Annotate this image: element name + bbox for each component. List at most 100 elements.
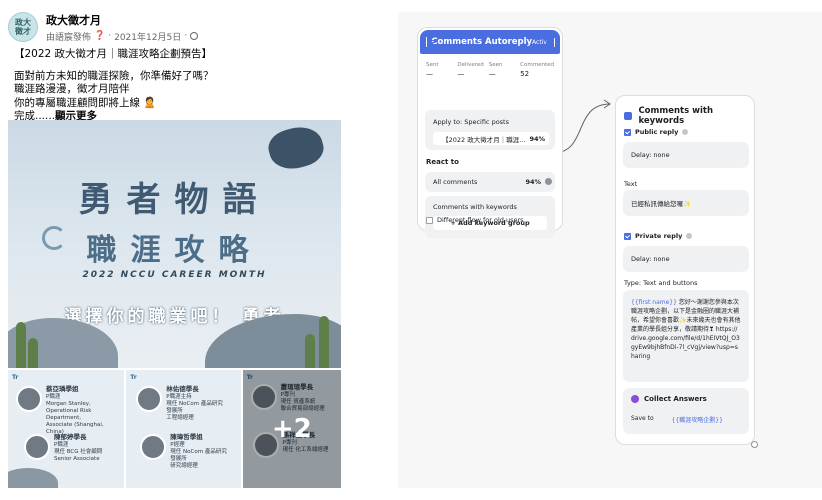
private-delay: Delay: none — [631, 255, 670, 263]
thumbnail-image[interactable]: Tr 蔡亞璘學姐 P職涯 Morgan Stanley, Operational… — [8, 370, 125, 488]
collect-answers-icon — [631, 395, 639, 403]
facebook-post: 政大 徵才 政大徵才月 由語宸發佈 ❓ · 2021年12月5日 · 【2022… — [0, 0, 348, 500]
private-reply-label: Private reply — [635, 232, 683, 240]
speaker-detail: 研究總經理 — [170, 463, 198, 469]
node-stats: Sent — Delivered — Seen — Commented 52 — [418, 54, 562, 78]
comments-with-keywords-node[interactable]: Comments with keywords Public reply Dela… — [615, 95, 758, 448]
hero-subtitle: 2022 NCCU CAREER MONTH — [82, 270, 267, 280]
speaker-photo — [140, 434, 167, 460]
collect-answers-block[interactable]: Collect Answers Save to {{職涯攻略企劃}} — [623, 388, 749, 434]
stat-seen: Seen — — [489, 62, 520, 78]
avatar-text: 政大 徵才 — [15, 18, 31, 36]
speaker-detail: P經理 — [170, 442, 185, 448]
keywords-label: Comments with keywords — [433, 203, 517, 211]
connector-handle[interactable] — [751, 441, 758, 448]
speaker-card: 蔡亞璘學姐 P職涯 Morgan Stanley, Operational Ri… — [16, 386, 108, 436]
apply-post-title: 【2022 政大徵才月｜職涯... — [442, 135, 526, 144]
speaker-card: 林佑德學長 P職涯主持 現任 NoCom 產品研究發展所 工程總經理 — [136, 386, 228, 422]
speaker-detail: P職涯 — [46, 394, 61, 400]
private-reply-checkbox[interactable] — [624, 232, 631, 240]
public-delay: Delay: none — [631, 151, 670, 159]
stat-label: Seen — [488, 62, 503, 68]
hero-title-secondary: 職涯攻略 — [86, 233, 263, 268]
globe-icon — [190, 32, 199, 40]
speaker-detail: 現任 NoCom 產品研究發展所 — [170, 449, 227, 462]
node-title: Comments Autoreply — [431, 37, 533, 47]
more-photos-count[interactable]: +2 — [242, 370, 342, 488]
public-text: 已經私訊傳給您囉✨ — [631, 200, 692, 208]
public-reply-option[interactable]: Public reply — [624, 128, 689, 136]
flow-canvas[interactable]: Comments Autoreply Active Sent — Deliver… — [348, 0, 822, 500]
page-avatar[interactable]: 政大 徵才 — [8, 12, 38, 42]
seaweed-decoration — [319, 316, 329, 368]
post-thumbnails: Tr 蔡亞璘學姐 P職涯 Morgan Stanley, Operational… — [8, 370, 342, 488]
posted-by: 由語宸發佈 — [46, 32, 92, 43]
node-header: Comments with keywords — [624, 106, 754, 126]
public-text-box[interactable]: 已經私訊傳給您囉✨ — [623, 190, 749, 216]
stat-label: Commented — [520, 62, 554, 68]
seaweed-decoration — [28, 338, 38, 368]
post-line: 你的專屬職涯顧問即將上線 🙎 — [14, 96, 157, 109]
stat-commented: Commented 52 — [520, 62, 554, 78]
speaker-name: 蔡亞璘學姐 — [46, 385, 79, 393]
private-reply-option[interactable]: Private reply — [624, 232, 693, 240]
old-users-label: Different flow for old users — [437, 216, 524, 224]
old-users-checkbox[interactable] — [426, 216, 433, 224]
post-title-line: 【2022 政大徵才月｜職涯攻略企劃預告】 — [14, 48, 213, 60]
apply-to-section[interactable]: Apply to: Specific posts 【2022 政大徵才月｜職涯.… — [425, 110, 555, 150]
first-name-variable: {{first name}} — [631, 299, 677, 306]
post-line: 面對前方未知的職涯探險，你準備好了嗎？ — [14, 69, 214, 82]
apply-post-value[interactable]: 【2022 政大徵才月｜職涯... 94% — [433, 132, 549, 145]
speaker-name: 林佑德學長 — [166, 385, 199, 393]
speaker-detail: 現任 NoCom 產品研究發展所 — [166, 401, 223, 414]
apply-label: Apply to: Specific posts — [433, 118, 509, 126]
speaker-name: 陳瑋哲學姐 — [170, 433, 203, 441]
comments-autoreply-node[interactable]: Comments Autoreply Active Sent — Deliver… — [417, 27, 563, 238]
comment-icon — [624, 112, 633, 120]
react-option-percent: 94% — [525, 178, 541, 186]
stat-value: — — [426, 70, 433, 78]
speaker-detail: P職涯主持 — [166, 394, 192, 400]
save-to-label: Save to — [631, 415, 654, 422]
public-reply-label: Public reply — [635, 128, 679, 136]
collect-answers-title: Collect Answers — [644, 395, 707, 403]
speaker-card: 陳瑋哲學姐 P經理 現任 NoCom 產品研究發展所 研究總經理 — [140, 434, 232, 470]
info-icon[interactable] — [686, 233, 693, 239]
seaweed-decoration — [16, 322, 26, 368]
speaker-photo — [136, 386, 163, 412]
post-date[interactable]: 2021年12月5日 — [114, 30, 181, 43]
speaker-photo — [24, 434, 50, 460]
page-name[interactable]: 政大徵才月 — [46, 12, 198, 28]
react-all-comments-option[interactable]: All comments 94% — [425, 172, 555, 192]
thumb-tag: Tr — [130, 374, 137, 381]
post-line: 職涯路漫漫，徵才月陪伴 — [14, 83, 130, 95]
private-message-text: 您好～謝謝您參與本次職涯攻略企劃，以下是金融圈的職涯大補帖，希望你會喜歡✨未來幾… — [631, 299, 741, 360]
speaker-photo — [16, 386, 42, 412]
speaker-detail: 現任 BCG 社會顧問 — [54, 449, 103, 455]
public-delay-box[interactable]: Delay: none — [623, 142, 749, 168]
type-label: Type: Text and buttons — [624, 279, 698, 287]
public-reply-checkbox[interactable] — [624, 128, 631, 136]
stat-value: — — [457, 70, 465, 78]
stat-value: 52 — [520, 70, 530, 78]
thumbnail-image-more[interactable]: Tr 蕭瑄瑄學長 P專刊 現任 資產系統 聯合貿易部總經理 孫祥鋐學長 P專刊 … — [242, 370, 342, 488]
thumb-tag: Tr — [12, 374, 19, 381]
node-header: Comments Autoreply Active — [420, 30, 560, 54]
info-icon[interactable] — [682, 129, 689, 135]
connector-handle[interactable] — [545, 178, 552, 185]
info-icon: ❓ — [94, 31, 106, 41]
seaweed-decoration — [305, 334, 315, 368]
diver-illustration — [264, 121, 328, 175]
save-to-field[interactable]: {{職涯攻略企劃}} — [672, 415, 723, 424]
post-header: 政大 徵才 政大徵才月 由語宸發佈 ❓ · 2021年12月5日 · — [8, 10, 199, 44]
speaker-card: 陳郁婷學長 P職涯 現任 BCG 社會顧問 Senior Associate — [24, 434, 116, 463]
speaker-detail: P職涯 — [54, 442, 69, 448]
old-users-option[interactable]: Different flow for old users — [426, 216, 524, 224]
thumbnail-image[interactable]: Tr 林佑德學長 P職涯主持 現任 NoCom 產品研究發展所 工程總經理 陳瑋… — [126, 370, 241, 488]
post-hero-image[interactable]: 勇者物語 職涯攻略 2022 NCCU CAREER MONTH 選擇你的職業吧… — [8, 120, 341, 368]
private-message-box[interactable]: {{first name}} 您好～謝謝您參與本次職涯攻略企劃，以下是金融圈的職… — [623, 290, 749, 382]
rock-decoration — [8, 468, 58, 488]
react-option-label: All comments — [433, 178, 478, 186]
private-delay-box[interactable]: Delay: none — [623, 246, 749, 272]
post-text: 【2022 政大徵才月｜職涯攻略企劃預告】 面對前方未知的職涯探險，你準備好了嗎… — [14, 48, 339, 124]
